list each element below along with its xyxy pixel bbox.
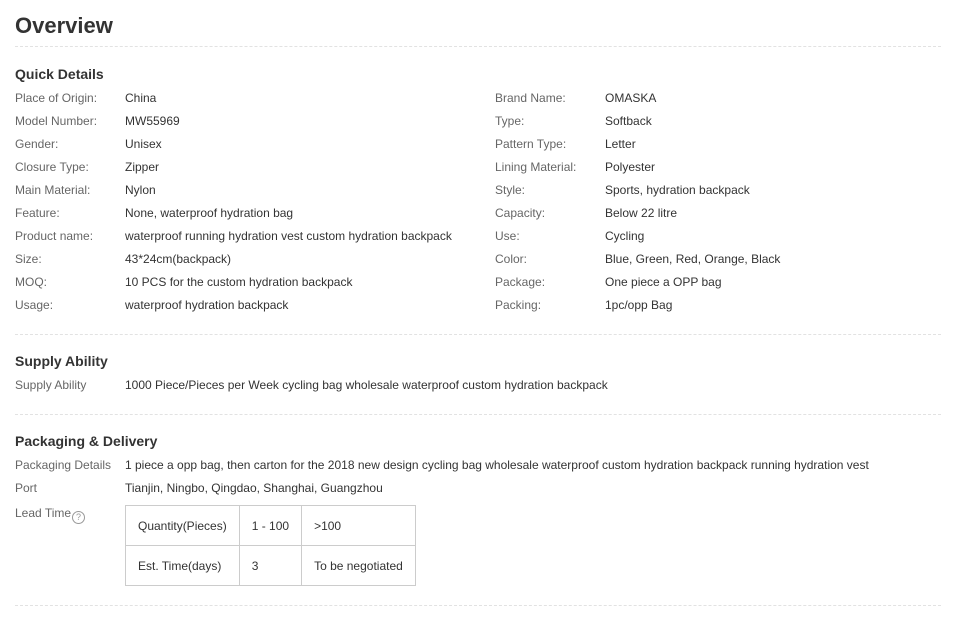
lead-time-quantity-row: Quantity(Pieces) 1 - 100 >100: [125, 505, 417, 546]
detail-row-feature: Feature: None, waterproof hydration bag: [15, 202, 452, 225]
detail-key: Feature:: [15, 206, 60, 220]
detail-value: China: [125, 91, 157, 105]
detail-key: Style:: [495, 183, 526, 197]
port-row: Port Tianjin, Ningbo, Qingdao, Shanghai, …: [15, 477, 869, 500]
quick-details-left-list: Place of Origin: China Model Number: MW559…: [15, 87, 452, 317]
packaging-delivery-title: Packaging & Delivery: [15, 433, 158, 449]
detail-value: 1 piece a opp bag, then carton for the 2…: [125, 458, 869, 472]
page-title: Overview: [15, 13, 113, 38]
lead-time-cell: >100: [301, 505, 417, 546]
detail-row-style: Style: Sports, hydration backpack: [495, 179, 780, 202]
detail-row-brand-name: Brand Name: OMASKA: [495, 87, 780, 110]
detail-key: MOQ:: [15, 275, 47, 289]
question-circle-icon[interactable]: ?: [72, 511, 86, 524]
detail-row-model-number: Model Number: MW55969: [15, 110, 452, 133]
detail-key: Port: [15, 481, 38, 495]
detail-row-product-name: Product name: waterproof running hydratio…: [15, 225, 452, 248]
detail-value: None, waterproof hydration bag: [125, 206, 294, 220]
detail-value: MW55969: [125, 114, 180, 128]
lead-time-cell: 3: [238, 545, 303, 586]
lead-time-table: Quantity(Pieces) 1 - 100 >100 Est. Time(…: [125, 505, 417, 586]
detail-row-closure-type: Closure Type: Zipper: [15, 156, 452, 179]
detail-row-type: Type: Softback: [495, 110, 780, 133]
detail-value: Sports, hydration backpack: [605, 183, 750, 197]
detail-row-use: Use: Cycling: [495, 225, 780, 248]
title-divider: [15, 46, 941, 47]
detail-value: Unisex: [125, 137, 162, 151]
detail-value: Zipper: [125, 160, 160, 174]
packaging-delivery-list: Packaging Details 1 piece a opp bag, then…: [15, 454, 869, 500]
detail-key: Place of Origin:: [15, 91, 98, 105]
detail-value: Tianjin, Ningbo, Qingdao, Shanghai, Guan…: [125, 481, 383, 495]
detail-value: Blue, Green, Red, Orange, Black: [605, 252, 781, 266]
detail-row-place-of-origin: Place of Origin: China: [15, 87, 452, 110]
packaging-details-row: Packaging Details 1 piece a opp bag, then…: [15, 454, 869, 477]
supply-ability-row: Supply Ability 1000 Piece/Pieces per Week…: [15, 374, 608, 397]
detail-key: Supply Ability: [15, 378, 87, 392]
detail-row-moq: MOQ: 10 PCS for the custom hydration back…: [15, 271, 452, 294]
supply-ability-divider: [15, 414, 941, 415]
detail-row-package: Package: One piece a OPP bag: [495, 271, 780, 294]
detail-value: OMASKA: [605, 91, 657, 105]
quick-details-divider: [15, 334, 941, 335]
detail-key: Use:: [495, 229, 520, 243]
detail-key: Main Material:: [15, 183, 91, 197]
lead-time-cell: To be negotiated: [301, 545, 417, 586]
detail-key: Lining Material:: [495, 160, 577, 174]
detail-key: Gender:: [15, 137, 59, 151]
detail-row-usage: Usage: waterproof hydration backpack: [15, 294, 452, 317]
detail-value: Below 22 litre: [605, 206, 678, 220]
detail-key: Package:: [495, 275, 546, 289]
detail-value: One piece a OPP bag: [605, 275, 722, 289]
detail-row-capacity: Capacity: Below 22 litre: [495, 202, 780, 225]
detail-row-main-material: Main Material: Nylon: [15, 179, 452, 202]
lead-time-cell: Quantity(Pieces): [125, 505, 240, 546]
lead-time-cell: 1 - 100: [238, 505, 303, 546]
detail-row-packing: Packing: 1pc/opp Bag: [495, 294, 780, 317]
quick-details-right-list: Brand Name: OMASKA Type: Softback Pattern …: [495, 87, 780, 317]
detail-key: Product name:: [15, 229, 94, 243]
detail-value: 10 PCS for the custom hydration backpack: [125, 275, 353, 289]
detail-key: Type:: [495, 114, 525, 128]
detail-value: 1pc/opp Bag: [605, 298, 673, 312]
detail-value: Polyester: [605, 160, 656, 174]
lead-time-label: Lead Time?: [15, 505, 86, 524]
detail-value: waterproof running hydration vest custom…: [125, 229, 452, 243]
detail-value: Letter: [605, 137, 636, 151]
detail-key: Capacity:: [495, 206, 546, 220]
detail-key: Usage:: [15, 298, 54, 312]
detail-key: Closure Type:: [15, 160, 89, 174]
quick-details-title: Quick Details: [15, 66, 104, 82]
detail-key: Pattern Type:: [495, 137, 567, 151]
supply-ability-list: Supply Ability 1000 Piece/Pieces per Week…: [15, 374, 608, 397]
detail-value: Cycling: [605, 229, 645, 243]
detail-value: Softback: [605, 114, 652, 128]
detail-key: Brand Name:: [495, 91, 566, 105]
lead-time-days-row: Est. Time(days) 3 To be negotiated: [125, 545, 417, 586]
detail-row-pattern-type: Pattern Type: Letter: [495, 133, 780, 156]
detail-row-color: Color: Blue, Green, Red, Orange, Black: [495, 248, 780, 271]
detail-row-size: Size: 43*24cm(backpack): [15, 248, 452, 271]
detail-key: Color:: [495, 252, 528, 266]
lead-time-text: Lead Time: [15, 506, 72, 520]
supply-ability-title: Supply Ability: [15, 353, 108, 369]
detail-key: Model Number:: [15, 114, 98, 128]
detail-value: waterproof hydration backpack: [125, 298, 289, 312]
detail-row-gender: Gender: Unisex: [15, 133, 452, 156]
detail-value: 43*24cm(backpack): [125, 252, 232, 266]
detail-key: Packing:: [495, 298, 542, 312]
detail-value: 1000 Piece/Pieces per Week cycling bag w…: [125, 378, 608, 392]
detail-row-lining-material: Lining Material: Polyester: [495, 156, 780, 179]
lead-time-cell: Est. Time(days): [125, 545, 240, 586]
packaging-delivery-divider: [15, 605, 941, 606]
detail-key: Size:: [15, 252, 42, 266]
detail-key: Packaging Details: [15, 458, 112, 472]
detail-value: Nylon: [125, 183, 156, 197]
